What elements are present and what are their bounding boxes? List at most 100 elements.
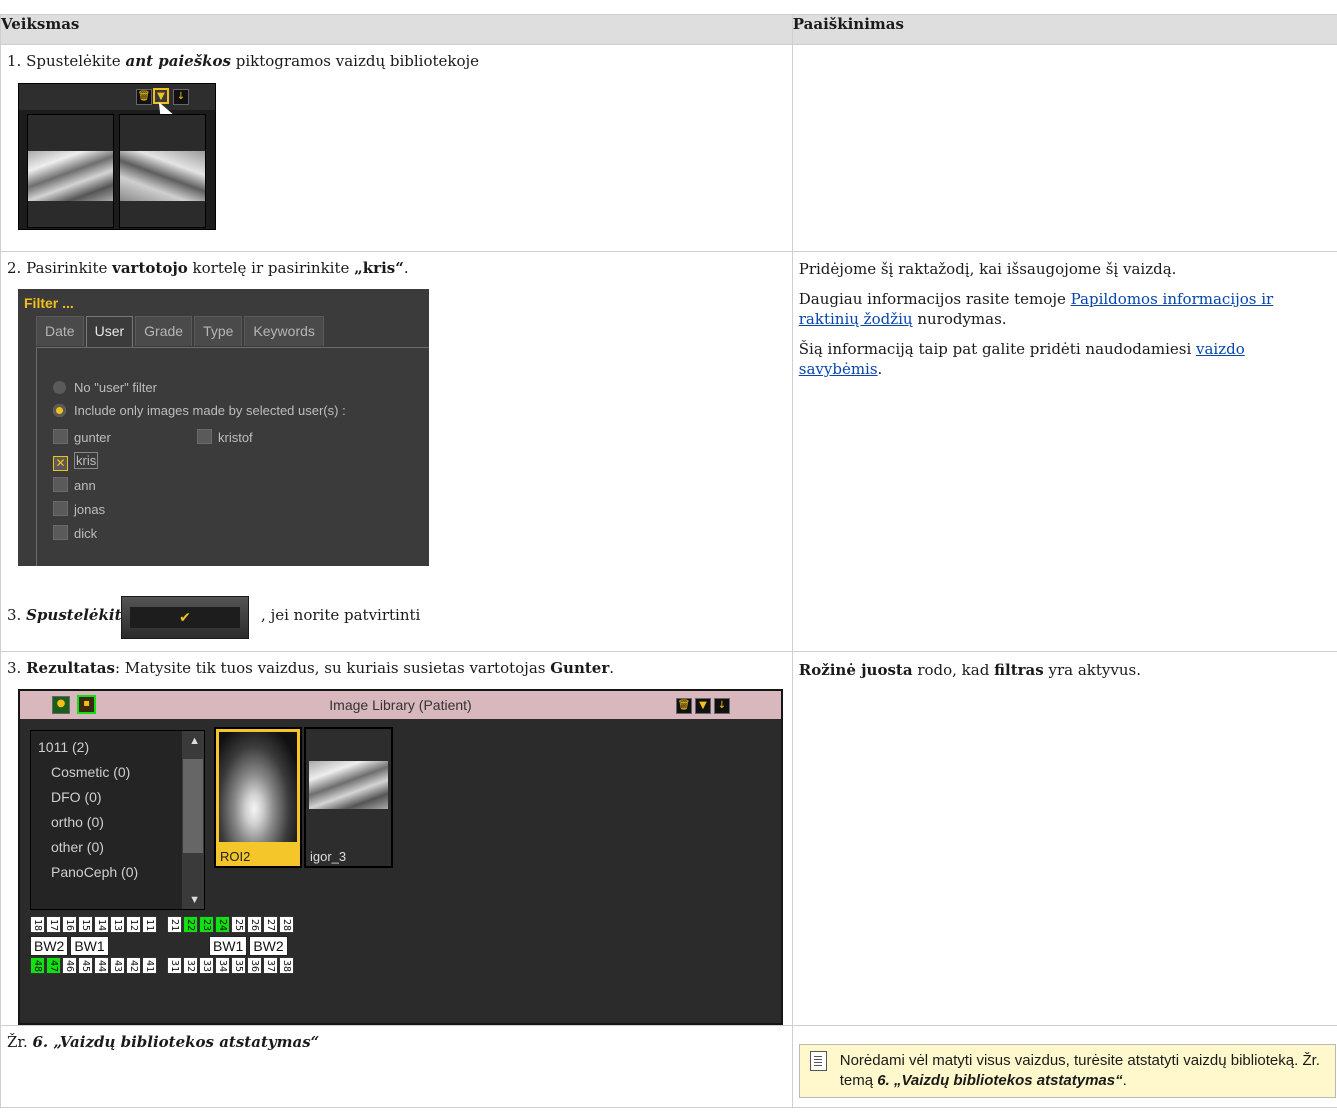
tooth-15[interactable]: 15 [78,916,93,933]
bitewing-button[interactable]: BW2 [249,936,288,956]
radio-no-user-filter[interactable]: No "user" filter [53,380,157,395]
tab-user[interactable]: User [85,316,134,348]
tooth-26[interactable]: 26 [247,916,262,933]
note-cell: Norėdami vėl matyti visus vaizdus, turės… [791,1025,1337,1108]
teeth-lower-left: 48 47 46 45 44 43 42 41 [30,957,158,974]
header-explanation: Paaiškinimas [791,14,1337,45]
step3-text: 3. Spustelėkite, jei norite patvirtinti … [1,596,792,640]
tooth-23[interactable]: 23 [199,916,214,933]
tree-item[interactable]: Cosmetic (0) [51,764,130,780]
tooth-12[interactable]: 12 [126,916,141,933]
xray-image [120,151,205,201]
tooth-13[interactable]: 13 [110,916,125,933]
instruction-table: Veiksmas Paaiškinimas 1. Spustelėkite an… [0,14,1337,1108]
tooth-17[interactable]: 17 [46,916,61,933]
trash-icon[interactable]: 🗑 [676,698,692,714]
checkbox-ann[interactable]: ann [53,477,96,493]
explain-more-info: Daugiau informacijos rasite temoje Papil… [798,290,1274,328]
radio-include-users[interactable]: Include only images made by selected use… [53,403,346,418]
tooth-35[interactable]: 35 [231,957,246,974]
bitewing-left: BW2 BW1 [30,936,111,956]
header-action: Veiksmas [0,14,793,45]
tooth-33[interactable]: 33 [199,957,214,974]
library-thumbnail-screenshot: 🗑 ▼ ↓ [18,83,216,230]
tooth-34[interactable]: 34 [215,957,230,974]
filter-title: Filter ... [24,295,74,311]
tab-type[interactable]: Type [194,316,243,346]
checkbox-dick[interactable]: dick [53,525,97,541]
tree-item[interactable]: 1011 (2) [38,739,89,755]
step3-explanation: Rožinė juosta rodo, kad filtras yra akty… [791,651,1337,1026]
radio-selected-icon [53,404,66,417]
bitewing-button[interactable]: BW1 [70,936,109,956]
trash-icon[interactable]: 🗑 [136,89,152,105]
tooth-25[interactable]: 25 [231,916,246,933]
tooth-21[interactable]: 21 [167,916,182,933]
step2-cell: 2. Pasirinkite vartotojo kortelę ir pasi… [0,251,793,652]
image-thumbnail[interactable] [27,114,114,228]
image-thumbnail[interactable] [119,114,206,228]
tab-keywords[interactable]: Keywords [244,316,324,346]
checkbox-icon [53,429,68,444]
checkbox-icon [53,525,68,540]
tooth-45[interactable]: 45 [78,957,93,974]
tab-date[interactable]: Date [36,316,84,346]
tooth-16[interactable]: 16 [62,916,77,933]
globe-icon[interactable]: ● [52,696,70,714]
tree-item[interactable]: other (0) [51,839,104,855]
tooth-43[interactable]: 43 [110,957,125,974]
teeth-upper-left: 18 17 16 15 14 13 12 11 [30,916,158,933]
tooth-22[interactable]: 22 [183,916,198,933]
filter-tabs: Date User Grade Type Keywords [36,316,326,348]
tooth-31[interactable]: 31 [167,957,182,974]
note-box: Norėdami vėl matyti visus vaizdus, turės… [798,1044,1336,1098]
step3-result-cell: 3. Rezultatas: Matysite tik tuos vaizdus… [0,651,793,1026]
image-roi2[interactable]: ROI2 [214,727,302,868]
checkbox-icon [53,477,68,492]
tooth-36[interactable]: 36 [247,957,262,974]
step2-explanation: Pridėjome šį raktažodį, kai išsaugojome … [791,251,1337,652]
tooth-27[interactable]: 27 [263,916,278,933]
library-title: Image Library (Patient) [329,697,472,713]
tooth-14[interactable]: 14 [94,916,109,933]
checkbox-gunter[interactable]: gunter [53,429,111,445]
tree-item[interactable]: ortho (0) [51,814,104,830]
checkbox-icon [197,429,212,444]
filter-panel: No "user" filter Include only images mad… [36,347,429,566]
tooth-41[interactable]: 41 [142,957,157,974]
scrollbar-thumb[interactable] [183,759,203,853]
filter-icon[interactable]: ▼ [695,698,711,714]
tree-item[interactable]: PanoCeph (0) [51,864,138,880]
explain-pink-bar: Rožinė juosta rodo, kad filtras yra akty… [798,661,1141,679]
checkbox-kris[interactable]: ✕ kris [53,452,99,471]
tooth-46[interactable]: 46 [62,957,77,974]
confirm-button[interactable]: ✔ [121,596,249,639]
download-icon[interactable]: ↓ [173,89,189,105]
tooth-28[interactable]: 28 [279,916,294,933]
tooth-37[interactable]: 37 [263,957,278,974]
tooth-11[interactable]: 11 [142,916,157,933]
tooth-32[interactable]: 32 [183,957,198,974]
tab-grade[interactable]: Grade [135,316,193,346]
scroll-up-icon[interactable]: ▲ [189,735,200,747]
tooth-47[interactable]: 47 [46,957,61,974]
tooth-24[interactable]: 24 [215,916,230,933]
bitewing-button[interactable]: BW2 [30,936,69,956]
patient-icon[interactable]: ▪ [77,695,96,714]
download-icon[interactable]: ↓ [714,698,730,714]
tooth-42[interactable]: 42 [126,957,141,974]
tooth-18[interactable]: 18 [30,916,45,933]
tooth-38[interactable]: 38 [279,957,294,974]
scroll-down-icon[interactable]: ▼ [189,894,200,906]
checkbox-kristof[interactable]: kristof [197,429,253,445]
bitewing-button[interactable]: BW1 [209,936,248,956]
reference-cell: Žr. 6. „Vaizdų bibliotekos atstatymas“ [0,1025,793,1108]
step2-text: 2. Pasirinkite vartotojo kortelę ir pasi… [7,259,409,277]
tooth-44[interactable]: 44 [94,957,109,974]
tooth-48[interactable]: 48 [30,957,45,974]
checkbox-jonas[interactable]: jonas [53,501,105,517]
tree-item[interactable]: DFO (0) [51,789,102,805]
bitewing-right: BW1 BW2 [209,936,290,956]
image-igor-3[interactable]: igor_3 [304,727,393,868]
checkbox-icon [53,501,68,516]
